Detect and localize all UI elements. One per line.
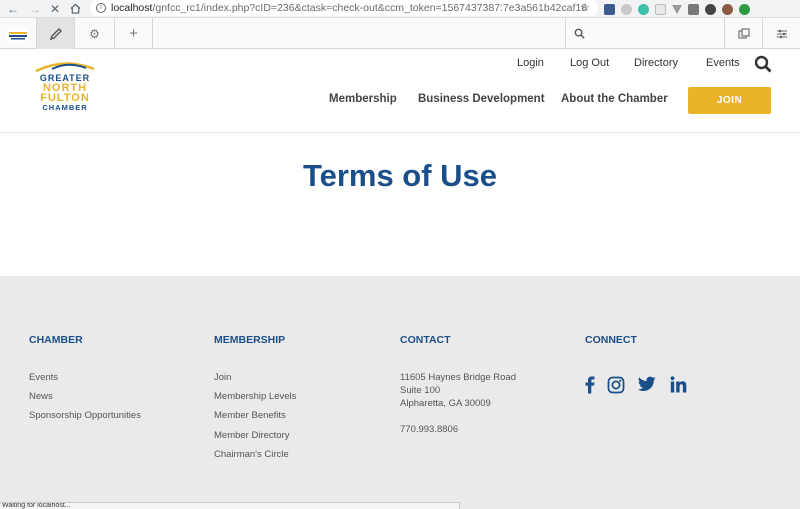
linkedin-icon[interactable] (670, 376, 688, 394)
url-text: localhost/gnfcc_rc1/index.php?cID=236&ct… (111, 2, 587, 14)
extension-m-icon[interactable] (638, 3, 649, 15)
footer-membership-heading: MEMBERSHIP (214, 334, 286, 346)
nav-membership[interactable]: Membership (329, 93, 397, 107)
extension-vue-icon[interactable] (672, 4, 682, 14)
search-icon (574, 28, 585, 39)
info-icon[interactable]: i (96, 3, 106, 13)
nav-about-the-chamber[interactable]: About the Chamber (561, 93, 668, 107)
footer-link-join[interactable]: Join (214, 372, 231, 383)
instagram-icon[interactable] (607, 376, 625, 394)
sitemap-button[interactable] (725, 18, 763, 49)
footer-link-member-benefits[interactable]: Member Benefits (214, 410, 286, 421)
footer-link-events[interactable]: Events (29, 372, 58, 383)
join-button[interactable]: JOIN (688, 87, 771, 114)
contact-address-line2: Suite 100 (400, 385, 441, 396)
extension-camera-icon[interactable] (688, 3, 699, 15)
nav-business-development[interactable]: Business Development (418, 93, 545, 107)
footer-link-sponsorship[interactable]: Sponsorship Opportunities (29, 410, 141, 421)
settings-button[interactable]: ⚙ (75, 18, 115, 49)
forward-icon[interactable]: → (26, 0, 44, 18)
footer-connect-heading: CONNECT (585, 334, 637, 346)
footer-link-membership-levels[interactable]: Membership Levels (214, 391, 296, 402)
footer-link-news[interactable]: News (29, 391, 53, 402)
address-bar[interactable]: i localhost/gnfcc_rc1/index.php?cID=236&… (90, 0, 598, 16)
logo-swoosh-icon (35, 62, 95, 73)
contact-phone[interactable]: 770.993.8806 (400, 424, 458, 435)
logo-chamber: CHAMBER (42, 103, 88, 112)
gnfcc-logo[interactable]: GREATER NORTH FULTON CHAMBER (30, 59, 100, 119)
back-icon[interactable]: ← (4, 0, 22, 18)
extension-icons (604, 0, 750, 18)
nav-login[interactable]: Login (517, 57, 544, 71)
nav-events[interactable]: Events (706, 57, 740, 71)
nav-logout[interactable]: Log Out (570, 57, 609, 71)
panel-options-button[interactable] (763, 18, 800, 49)
edit-mode-button[interactable] (37, 18, 75, 49)
facebook-icon[interactable] (584, 376, 602, 394)
extension-pen-icon[interactable] (604, 3, 615, 15)
sliders-icon (776, 29, 787, 38)
plus-icon: + (129, 25, 138, 42)
page-title: Terms of Use (302, 158, 498, 193)
pencil-icon (49, 27, 62, 40)
browser-status-bar: Waiting for localhost... (0, 502, 460, 509)
extension-gear-icon[interactable] (705, 3, 716, 15)
site-search-icon[interactable] (754, 55, 772, 73)
gear-icon: ⚙ (89, 26, 100, 41)
footer-link-chairmans-circle[interactable]: Chairman's Circle (214, 449, 289, 460)
stop-icon[interactable]: ✕ (46, 0, 64, 18)
logo-fulton: FULTON (40, 92, 90, 104)
contact-address-line3: Alpharetta, GA 30009 (400, 398, 491, 409)
twitter-icon[interactable] (637, 376, 656, 394)
contact-address-line1: 11605 Haynes Bridge Road (400, 372, 517, 383)
bookmark-star-icon[interactable]: ☆ (580, 1, 590, 14)
footer-link-member-directory[interactable]: Member Directory (214, 430, 290, 441)
extension-page-icon[interactable] (655, 3, 666, 15)
cms-toolbar: ⚙ + (0, 18, 800, 49)
extension-gray-icon[interactable] (621, 3, 632, 15)
gnfcc-mini-logo-icon (7, 26, 29, 41)
avatar[interactable] (722, 3, 733, 15)
extension-green-icon[interactable] (739, 3, 750, 15)
add-button[interactable]: + (115, 18, 153, 49)
copy-icon (737, 27, 750, 39)
nav-directory[interactable]: Directory (634, 57, 678, 71)
footer-contact-heading: CONTACT (400, 334, 451, 346)
browser-toolbar: ← → ✕ i localhost/gnfcc_rc1/index.php?cI… (0, 0, 800, 18)
footer-chamber-heading: CHAMBER (29, 334, 83, 346)
cms-search-input[interactable] (565, 18, 725, 49)
cms-logo-cell[interactable] (0, 18, 37, 49)
home-icon[interactable] (66, 0, 84, 18)
site-header: GREATER NORTH FULTON CHAMBER Login Log O… (0, 49, 800, 133)
site-footer: CHAMBER Events News Sponsorship Opportun… (0, 276, 800, 509)
